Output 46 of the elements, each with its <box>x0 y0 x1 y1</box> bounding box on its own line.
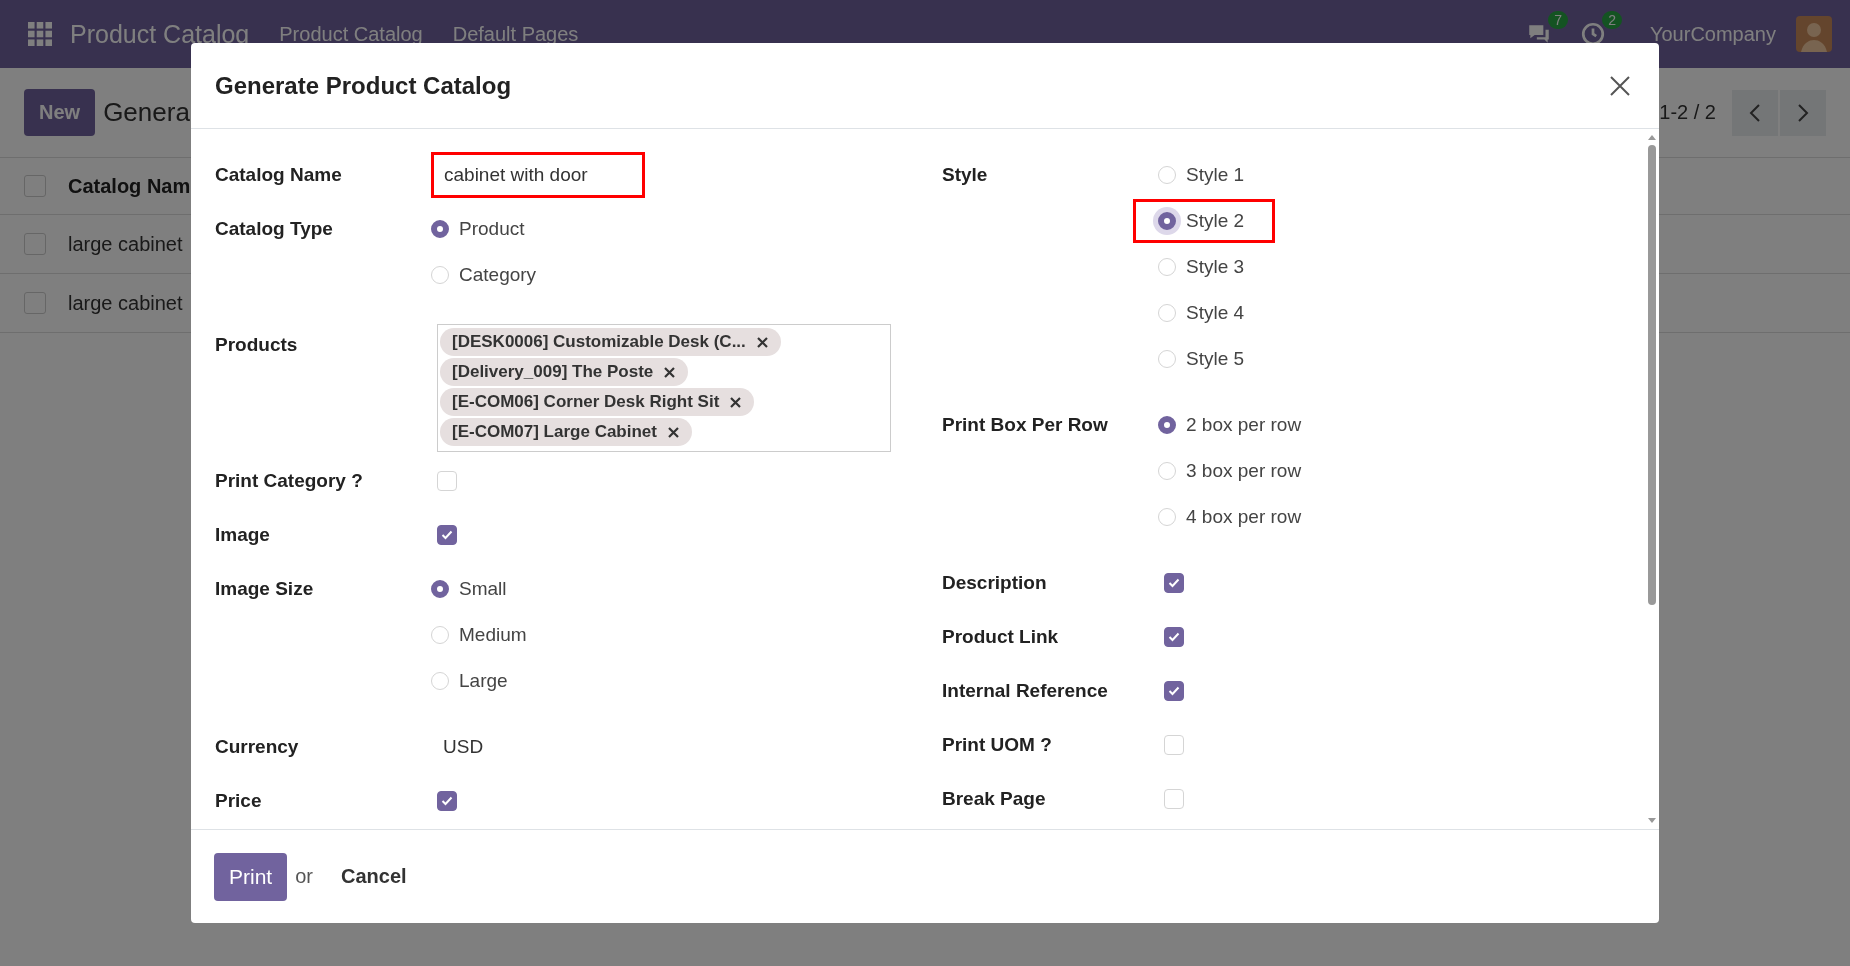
print-button[interactable]: Print <box>214 852 288 901</box>
dialog-title: Generate Product Catalog <box>215 71 513 100</box>
radio-option[interactable]: 2 box per row <box>1133 402 1333 448</box>
tag-label: [Delivery_009] The Poste <box>452 362 654 382</box>
tag-label: [E-COM07] Large Cabinet <box>452 422 657 442</box>
field-label: Catalog Type <box>215 217 334 241</box>
radio-option[interactable]: Style 1 <box>1133 152 1276 198</box>
field-label: Print UOM ? <box>942 733 1053 757</box>
field-label: Price <box>215 789 263 813</box>
tag-label: [DESK0006] Customizable Desk (C... <box>452 332 746 352</box>
tag-label: [E-COM06] Corner Desk Right Sit <box>452 392 720 412</box>
radio-option[interactable]: Style 5 <box>1133 336 1276 382</box>
radio-option[interactable]: Style 3 <box>1133 244 1276 290</box>
field-label: Catalog Name <box>215 163 343 187</box>
radio-option[interactable]: Style 4 <box>1133 290 1276 336</box>
message-count-badge: 7 <box>1548 11 1568 29</box>
field-label: Style <box>942 163 989 187</box>
field-label: Internal Reference <box>942 679 1109 703</box>
table-cell: large cabinet <box>68 291 183 315</box>
currency-value: USD <box>442 735 484 759</box>
field-label: Image Size <box>215 577 315 601</box>
radio-option[interactable]: Medium <box>406 612 558 658</box>
catalog-name-input[interactable]: cabinet with door <box>431 152 645 198</box>
field-label: Break Page <box>942 787 1047 811</box>
field-label: Currency <box>215 735 300 759</box>
field-label: Description <box>942 571 1048 595</box>
radio-option[interactable]: Category <box>406 252 568 298</box>
radio-option[interactable]: Product <box>406 206 556 252</box>
activity-count-badge: 2 <box>1602 11 1622 29</box>
pager-value[interactable]: 1-2 / 2 <box>1659 101 1716 124</box>
radio-option[interactable]: Small <box>406 566 538 612</box>
tags-field[interactable]: [DESK0006] Customizable Desk (C... [Delivery_009] The Poste [E-COM06] Corner Desk Right Sit [E-COM07] Large Cabinet <box>437 324 891 452</box>
radio-option[interactable]: Large <box>406 658 539 704</box>
or-text: or <box>295 865 313 888</box>
field-label: Products <box>215 333 299 357</box>
radio-option[interactable]: 3 box per row <box>1133 448 1333 494</box>
field-label: Product Link <box>942 625 1060 649</box>
field-label: Print Category ? <box>215 469 364 493</box>
cancel-button[interactable]: Cancel <box>335 864 413 889</box>
column-header[interactable]: Catalog Nam <box>68 174 191 198</box>
breadcrumb: Genera <box>103 97 190 128</box>
field-label: Print Box Per Row <box>942 413 1109 437</box>
table-cell: large cabinet <box>68 232 183 256</box>
field-label: Image <box>215 523 271 547</box>
radio-option[interactable]: Style 2 <box>1133 199 1276 243</box>
radio-option[interactable]: 4 box per row <box>1133 494 1333 540</box>
